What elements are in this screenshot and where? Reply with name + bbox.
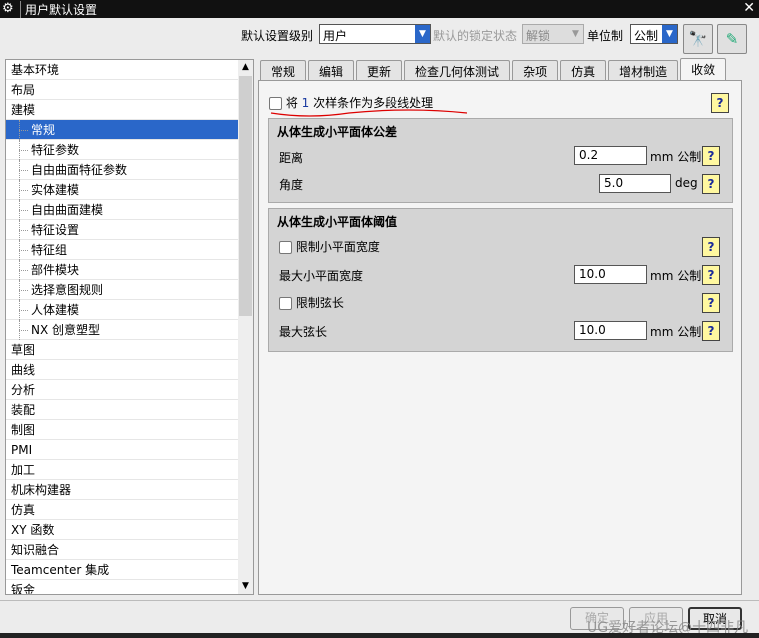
help-icon[interactable]: ? (702, 265, 720, 285)
limit-width-label: 限制小平面宽度 (295, 240, 380, 254)
angle-label: 角度 (279, 178, 304, 192)
limit-width-option[interactable]: 限制小平面宽度 (279, 238, 380, 255)
tab[interactable]: 检查几何体测试 (404, 60, 511, 82)
level-value: 用户 (323, 29, 348, 43)
tree-item[interactable]: 部件模块 (6, 260, 239, 280)
unit-select[interactable]: 公制 ▼ (630, 24, 678, 44)
max-chord-label: 最大弦长 (279, 325, 328, 339)
title-bar: ⚙ 用户默认设置 ✕ (0, 0, 759, 18)
help-icon[interactable]: ? (702, 174, 720, 194)
tab-bar: 常规 编辑 更新 检查几何体测试 杂项 仿真 增材制造 收敛 (260, 58, 728, 82)
tree-item[interactable]: 分析 (6, 380, 239, 400)
tree-item[interactable]: NX 创意塑型 (6, 320, 239, 340)
category-tree[interactable]: 基本环境 布局 建模 常规 特征参数 自由曲面特征参数 实体建模 自由曲面建模 特征设置 特征组部… (5, 59, 254, 595)
window-title: 用户默认设置 (20, 1, 97, 18)
chevron-down-icon: ▼ (568, 25, 583, 43)
tree-item[interactable]: 制图 (6, 420, 239, 440)
tree-item[interactable]: 仿真 (6, 500, 239, 520)
help-icon[interactable]: ? (711, 93, 729, 113)
tree-item[interactable]: XY 函数 (6, 520, 239, 540)
chevron-down-icon: ▼ (415, 25, 430, 43)
help-icon[interactable]: ? (702, 293, 720, 313)
max-chord-input[interactable]: 10.0 (574, 321, 647, 340)
tree-item[interactable]: 特征参数 (6, 140, 239, 160)
tab[interactable]: 编辑 (308, 60, 355, 82)
help-icon[interactable]: ? (702, 321, 720, 341)
edit-view-button[interactable]: ✎ (717, 24, 747, 54)
limit-chord-label: 限制弦长 (295, 296, 344, 310)
tab[interactable]: 仿真 (560, 60, 607, 82)
tree-item[interactable]: 钣金 (6, 580, 239, 594)
tab[interactable]: 收敛 (680, 58, 727, 82)
help-icon[interactable]: ? (702, 146, 720, 166)
unit-label: 单位制 (587, 29, 624, 43)
angle-unit: deg (675, 176, 698, 190)
lock-select: 解锁 ▼ (522, 24, 584, 44)
tree-scrollbar[interactable]: ▲ ▼ (238, 60, 253, 594)
eye-pen-icon: ✎ (725, 30, 739, 48)
angle-input[interactable]: 5.0 (599, 174, 671, 193)
level-select[interactable]: 用户 ▼ (319, 24, 431, 44)
tab[interactable]: 更新 (356, 60, 403, 82)
tree-item[interactable]: 常规 (6, 120, 239, 140)
tree-item[interactable]: 特征设置 (6, 220, 239, 240)
tree-item[interactable]: 选择意图规则 (6, 280, 239, 300)
divider (0, 600, 759, 601)
distance-label: 距离 (279, 151, 304, 165)
tree-item[interactable]: 装配 (6, 400, 239, 420)
window-bottom-edge (0, 633, 759, 638)
max-width-unit: mm 公制 (650, 269, 702, 283)
lock-label: 默认的锁定状态 (433, 29, 518, 43)
tolerance-group: 从体生成小平面体公差 距离 0.2 mm 公制 ? 角度 5.0 deg ? (268, 118, 733, 203)
chevron-down-icon: ▼ (662, 25, 677, 43)
tab[interactable]: 常规 (260, 60, 307, 82)
tree-item[interactable]: 加工 (6, 460, 239, 480)
threshold-group: 从体生成小平面体阈值 限制小平面宽度 ? 最大小平面宽度 10.0 mm 公制 … (268, 208, 733, 352)
help-icon[interactable]: ? (702, 237, 720, 257)
scroll-down-icon[interactable]: ▼ (238, 579, 253, 594)
tree-item[interactable]: PMI (6, 440, 239, 460)
tree-item[interactable]: 自由曲面特征参数 (6, 160, 239, 180)
tree-item[interactable]: 建模 (6, 100, 239, 120)
gear-icon[interactable]: ⚙ (2, 1, 14, 16)
distance-unit: mm 公制 (650, 150, 702, 164)
tree-item[interactable]: 曲线 (6, 360, 239, 380)
limit-chord-checkbox[interactable] (279, 297, 292, 310)
max-width-label: 最大小平面宽度 (279, 269, 364, 283)
scroll-thumb[interactable] (239, 76, 252, 316)
binoculars-icon: 🔭 (688, 30, 708, 48)
tree-item[interactable]: 草图 (6, 340, 239, 360)
tab[interactable]: 增材制造 (608, 60, 679, 82)
max-width-input[interactable]: 10.0 (574, 265, 647, 284)
close-icon[interactable]: ✕ (743, 0, 755, 16)
tree-item[interactable]: 特征组 (6, 240, 239, 260)
tree-item[interactable]: 自由曲面建模 (6, 200, 239, 220)
max-chord-unit: mm 公制 (650, 325, 702, 339)
tree-item[interactable]: 机床构建器 (6, 480, 239, 500)
tree-item[interactable]: 知识融合 (6, 540, 239, 560)
binoculars-button[interactable]: 🔭 (683, 24, 713, 54)
tree-item[interactable]: 实体建模 (6, 180, 239, 200)
threshold-group-title: 从体生成小平面体阈值 (277, 215, 398, 229)
tree-item[interactable]: 基本环境 (6, 60, 239, 80)
tree-item[interactable]: 布局 (6, 80, 239, 100)
limit-width-checkbox[interactable] (279, 241, 292, 254)
distance-input[interactable]: 0.2 (574, 146, 647, 165)
tab[interactable]: 杂项 (512, 60, 559, 82)
unit-value: 公制 (634, 29, 659, 43)
tolerance-group-title: 从体生成小平面体公差 (277, 125, 398, 139)
tree-item[interactable]: 人体建模 (6, 300, 239, 320)
scroll-up-icon[interactable]: ▲ (238, 60, 253, 75)
limit-chord-option[interactable]: 限制弦长 (279, 294, 344, 311)
lock-value: 解锁 (526, 29, 551, 43)
level-label: 默认设置级别 (241, 29, 314, 43)
tree-item[interactable]: Teamcenter 集成 (6, 560, 239, 580)
